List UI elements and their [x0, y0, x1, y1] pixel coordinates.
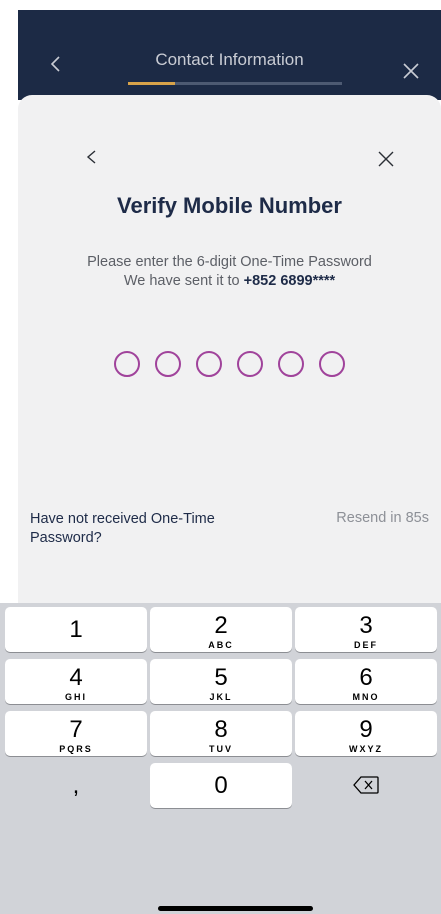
key-9-letters: WXYZ: [349, 744, 383, 754]
otp-digit-1[interactable]: [114, 351, 140, 377]
home-indicator: [158, 906, 313, 911]
key-2-digit: 2: [214, 612, 228, 639]
key-8[interactable]: 8 TUV: [150, 711, 292, 756]
sheet-close-icon[interactable]: [378, 151, 394, 167]
key-4-digit: 4: [69, 664, 83, 691]
key-4[interactable]: 4 GHI: [5, 659, 147, 704]
instruction-line-2: We have sent it to +852 6899****: [18, 272, 441, 291]
key-5-digit: 5: [214, 664, 228, 691]
instruction-sent-to: We have sent it to: [123, 273, 240, 289]
otp-digit-4[interactable]: [237, 351, 263, 377]
key-3[interactable]: 3 DEF: [295, 607, 437, 652]
otp-digit-5[interactable]: [278, 351, 304, 377]
masked-phone-number: +852 6899****: [243, 273, 336, 289]
resend-timer: Resend in 85s: [336, 510, 429, 526]
key-3-letters: DEF: [354, 640, 378, 650]
otp-input-group[interactable]: [18, 351, 441, 377]
key-6-digit: 6: [359, 664, 373, 691]
progress-bar: [128, 82, 342, 85]
key-6-letters: MNO: [352, 692, 380, 702]
progress-fill: [128, 82, 176, 85]
resend-question: Have not received One-Time Password?: [30, 511, 215, 546]
backspace-icon: [353, 776, 379, 794]
key-3-digit: 3: [359, 612, 373, 639]
key-9-digit: 9: [359, 716, 373, 743]
key-comma-label: ,: [72, 772, 80, 799]
key-delete[interactable]: [295, 763, 437, 808]
numeric-keypad: 1 2 ABC 3 DEF 4 GHI 5 JKL 6 MNO 7 PQRS 8 TUV 9W…: [0, 603, 441, 914]
instruction-line-1: Please enter the 6-digit One-Time Passwo…: [87, 254, 372, 270]
key-2-letters: ABC: [208, 640, 234, 650]
page-title: Verify Mobile Number: [117, 193, 342, 218]
key-7[interactable]: 7 PQRS: [5, 711, 147, 756]
back-chevron-icon[interactable]: [85, 150, 99, 164]
key-6[interactable]: 6 MNO: [295, 659, 437, 704]
otp-digit-6[interactable]: [319, 351, 345, 377]
key-7-digit: 7: [69, 716, 83, 743]
key-5-letters: JKL: [209, 692, 233, 702]
key-9[interactable]: 9 WXYZ: [295, 711, 437, 756]
instruction-text: Please enter the 6-digit One-Time Passwo…: [18, 253, 441, 291]
key-0-digit: 0: [214, 772, 228, 799]
key-1-digit: 1: [69, 616, 83, 643]
key-5[interactable]: 5 JKL: [150, 659, 292, 704]
key-comma[interactable]: ,: [5, 763, 147, 808]
header-title: Contact Information: [155, 50, 304, 69]
otp-digit-2[interactable]: [155, 351, 181, 377]
key-8-digit: 8: [214, 716, 228, 743]
otp-digit-3[interactable]: [196, 351, 222, 377]
key-0[interactable]: 0: [150, 763, 292, 808]
app-header: Contact Information: [18, 10, 441, 100]
key-2[interactable]: 2 ABC: [150, 607, 292, 652]
key-4-letters: GHI: [64, 692, 87, 702]
close-icon[interactable]: [402, 62, 420, 80]
key-8-letters: TUV: [209, 744, 233, 754]
key-7-letters: PQRS: [59, 744, 93, 754]
key-1[interactable]: 1: [5, 607, 147, 652]
